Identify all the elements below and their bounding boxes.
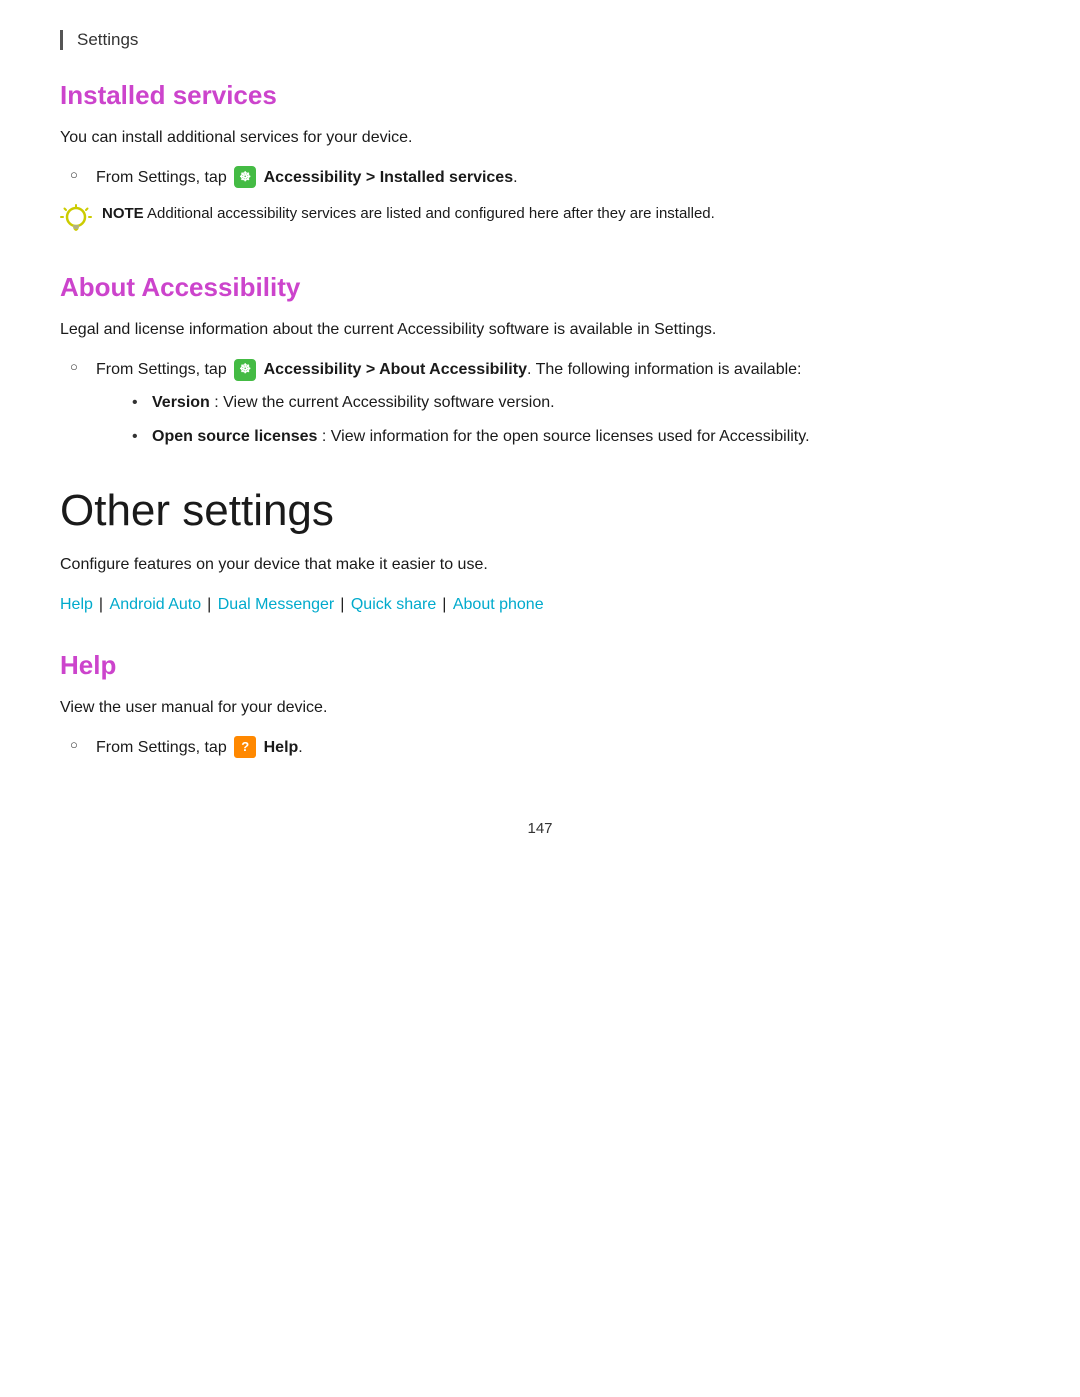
note-text: NOTE Additional accessibility services a… [102, 202, 715, 226]
other-settings-body: Configure features on your device that m… [60, 552, 1020, 578]
page-number: 147 [60, 820, 1020, 837]
list-item: From Settings, tap ☸ Accessibility > Abo… [60, 357, 1020, 450]
list-suffix: . [298, 739, 302, 756]
separator-3: | [340, 596, 349, 613]
other-settings-chapter: Other settings Configure features on you… [60, 486, 1020, 620]
about-phone-link[interactable]: About phone [453, 596, 544, 613]
accessibility-icon-2: ☸ [234, 359, 256, 381]
note-label: NOTE [102, 205, 144, 222]
about-accessibility-list: From Settings, tap ☸ Accessibility > Abo… [60, 357, 1020, 450]
note-box: NOTE Additional accessibility services a… [60, 202, 1020, 236]
other-settings-heading: Other settings [60, 486, 1020, 536]
android-auto-link[interactable]: Android Auto [110, 596, 202, 613]
open-source-text: : View information for the open source l… [322, 428, 810, 445]
separator-1: | [99, 596, 108, 613]
help-heading: Help [60, 650, 1020, 681]
help-icon: ? [234, 736, 256, 758]
lightbulb-icon [60, 204, 92, 236]
version-bold: Version [152, 394, 210, 411]
about-accessibility-body: Legal and license information about the … [60, 317, 1020, 343]
accessibility-icon: ☸ [234, 166, 256, 188]
about-accessibility-heading: About Accessibility [60, 272, 1020, 303]
version-text: : View the current Accessibility softwar… [214, 394, 554, 411]
list-bold-text: Accessibility > Installed services [264, 169, 513, 186]
quick-share-link[interactable]: Quick share [351, 596, 436, 613]
installed-services-heading: Installed services [60, 80, 1020, 111]
about-accessibility-section: About Accessibility Legal and license in… [60, 272, 1020, 449]
installed-services-body: You can install additional services for … [60, 125, 1020, 151]
sub-list: Version : View the current Accessibility… [132, 390, 1020, 449]
links-row: Help | Android Auto | Dual Messenger | Q… [60, 591, 1020, 620]
list-prefix: From Settings, tap [96, 361, 231, 378]
list-item: From Settings, tap ? Help. [60, 735, 1020, 761]
help-section: Help View the user manual for your devic… [60, 650, 1020, 760]
help-list: From Settings, tap ? Help. [60, 735, 1020, 761]
dual-messenger-link[interactable]: Dual Messenger [218, 596, 335, 613]
list-prefix: From Settings, tap [96, 739, 231, 756]
separator-2: | [207, 596, 216, 613]
help-body: View the user manual for your device. [60, 695, 1020, 721]
header-label: Settings [77, 30, 138, 49]
page-header: Settings [60, 30, 1020, 50]
list-bold-text: Help [264, 739, 299, 756]
open-source-bold: Open source licenses [152, 428, 317, 445]
separator-4: | [442, 596, 451, 613]
list-suffix: . The following information is available… [527, 361, 802, 378]
note-body: Additional accessibility services are li… [147, 205, 715, 222]
list-suffix: . [513, 169, 517, 186]
list-item: Open source licenses : View information … [132, 424, 1020, 450]
list-bold-text: Accessibility > About Accessibility [264, 361, 527, 378]
list-prefix: From Settings, tap [96, 169, 231, 186]
help-link[interactable]: Help [60, 596, 93, 613]
list-item: Version : View the current Accessibility… [132, 390, 1020, 416]
list-item: From Settings, tap ☸ Accessibility > Ins… [60, 165, 1020, 191]
installed-services-section: Installed services You can install addit… [60, 80, 1020, 236]
installed-services-list: From Settings, tap ☸ Accessibility > Ins… [60, 165, 1020, 191]
